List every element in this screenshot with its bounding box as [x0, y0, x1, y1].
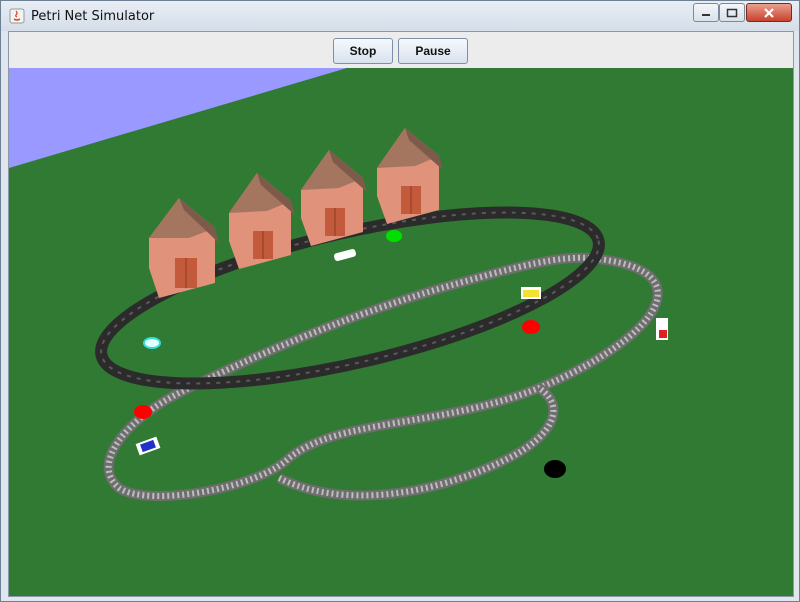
pause-button[interactable]: Pause [398, 38, 468, 64]
token-red [134, 405, 152, 419]
title-bar[interactable]: Petri Net Simulator [1, 1, 799, 31]
maximize-button[interactable] [719, 3, 745, 22]
token-red [522, 320, 540, 334]
stop-button[interactable]: Stop [333, 38, 393, 64]
minimize-icon [702, 13, 710, 16]
token-black [544, 460, 566, 478]
close-icon [764, 7, 774, 18]
java-icon [9, 8, 25, 24]
close-button[interactable] [746, 3, 792, 22]
maximize-icon [726, 8, 738, 17]
minimize-button[interactable] [693, 3, 719, 22]
token-green [386, 230, 402, 242]
car-cyan [143, 337, 161, 349]
simulation-canvas[interactable] [9, 68, 793, 596]
client-area: Stop Pause [8, 31, 794, 597]
window-title: Petri Net Simulator [31, 9, 155, 24]
toolbar: Stop Pause [9, 32, 793, 68]
train-red [656, 318, 668, 340]
app-window: Petri Net Simulator Stop Pause [0, 0, 800, 602]
train-yellow [521, 287, 541, 299]
